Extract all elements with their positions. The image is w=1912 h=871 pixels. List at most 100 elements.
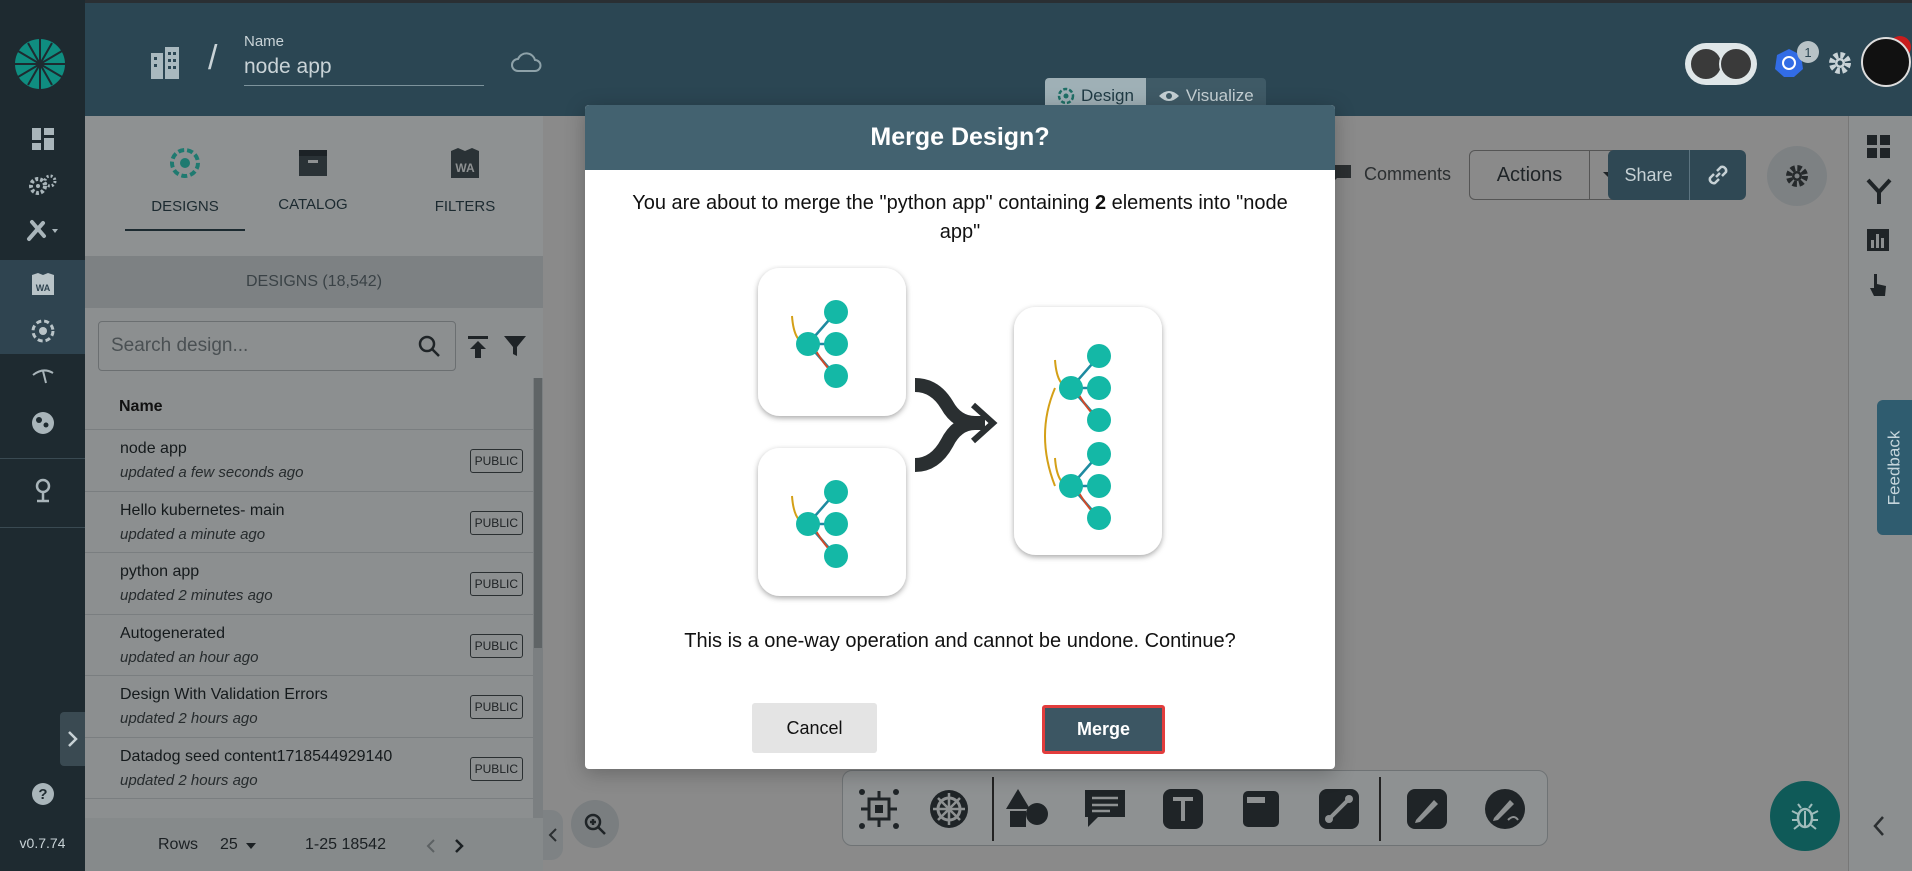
svg-text:?: ? xyxy=(38,786,47,803)
tab-filters-label: FILTERS xyxy=(434,198,496,215)
dropdown-arrow-icon[interactable] xyxy=(245,842,257,850)
designer-icon[interactable] xyxy=(0,308,85,354)
design-row[interactable]: Datadog seed content1718544929140 update… xyxy=(85,738,533,799)
visibility-badge[interactable]: PUBLIC xyxy=(469,633,523,658)
settings-gear-icon[interactable] xyxy=(1827,50,1853,76)
actions-label[interactable]: Actions xyxy=(1470,151,1590,199)
organization-building-icon[interactable] xyxy=(147,47,183,79)
search-design-input[interactable] xyxy=(111,322,411,370)
design-row[interactable]: Design With Validation Errors updated 2 … xyxy=(85,676,533,738)
canvas-settings-button[interactable] xyxy=(1767,146,1827,206)
scrollbar-thumb[interactable] xyxy=(534,378,542,648)
visibility-badge[interactable]: PUBLIC xyxy=(469,510,523,535)
visibility-badge[interactable]: PUBLIC xyxy=(469,695,523,719)
design-list-scrollbar[interactable] xyxy=(533,378,543,818)
copy-link-button[interactable] xyxy=(1690,150,1746,200)
lifecycle-gears-icon[interactable] xyxy=(0,163,85,209)
share-button[interactable]: Share xyxy=(1608,150,1690,200)
search-design-box xyxy=(98,321,456,371)
zoom-icon xyxy=(584,813,606,835)
cancel-button[interactable]: Cancel xyxy=(752,703,877,753)
cloud-save-icon[interactable] xyxy=(510,51,542,73)
upload-design-icon[interactable] xyxy=(467,335,489,359)
design-row[interactable]: Autogenerated updated an hour ago PUBLIC xyxy=(85,615,533,676)
pagination: Rows 25 1-25 18542 xyxy=(85,818,543,871)
tab-catalog[interactable]: CATALOG xyxy=(253,146,373,213)
design-name-input[interactable]: node app xyxy=(244,55,484,86)
connector-tool[interactable] xyxy=(1315,785,1363,833)
canvas-bottom-toolbar xyxy=(842,770,1548,846)
comments-label: Comments xyxy=(1364,163,1452,184)
design-name-label: Name xyxy=(244,33,285,50)
designer-icon xyxy=(1057,87,1075,105)
eye-icon xyxy=(1158,91,1179,101)
comment-tool[interactable] xyxy=(1081,785,1129,833)
search-icon[interactable] xyxy=(417,334,441,358)
performance-icon[interactable] xyxy=(0,354,85,400)
dashboard-icon[interactable] xyxy=(0,116,85,162)
visibility-badge[interactable]: PUBLIC xyxy=(469,756,523,781)
design-name: python app xyxy=(120,563,200,580)
design-row[interactable]: Hello kubernetes- main updated a minute … xyxy=(85,492,533,553)
name-column-header[interactable]: Name xyxy=(85,384,533,430)
design-name: Autogenerated xyxy=(120,624,225,642)
rows-per-page-select[interactable]: 25 xyxy=(220,836,238,854)
app-version: v0.7.74 xyxy=(19,835,66,851)
app-logo-icon[interactable] xyxy=(14,38,66,90)
text-tool[interactable] xyxy=(1159,785,1207,833)
tab-filters[interactable]: WA FILTERS xyxy=(405,146,525,215)
designs-icon xyxy=(170,148,200,178)
chevron-left-icon xyxy=(548,828,557,842)
configuration-tools-icon[interactable] xyxy=(0,207,85,253)
breadcrumb-separator: / xyxy=(208,39,218,77)
kubernetes-count-badge: 1 xyxy=(1797,41,1819,63)
visibility-badge[interactable]: PUBLIC xyxy=(469,449,523,473)
pen-tool[interactable] xyxy=(1403,785,1451,833)
design-name: Datadog seed content1718544929140 xyxy=(120,747,393,765)
extensions-icon[interactable] xyxy=(0,400,85,446)
design-row[interactable]: node app updated a few seconds ago PUBLI… xyxy=(85,430,533,492)
connector-icon xyxy=(1319,789,1359,829)
design-name: Hello kubernetes- main xyxy=(120,501,285,519)
top-header: / Name node app Design Visualize 1 2 xyxy=(85,0,1912,116)
next-page-icon[interactable] xyxy=(453,838,465,854)
filter-funnel-icon[interactable] xyxy=(503,334,527,358)
design-row[interactable]: python app updated 2 minutes ago PUBLIC xyxy=(85,553,533,615)
touch-pointer-icon[interactable] xyxy=(1866,272,1890,298)
expand-nav-button[interactable] xyxy=(60,712,85,766)
previous-page-icon[interactable] xyxy=(425,838,437,854)
expand-right-panel-icon[interactable] xyxy=(1872,815,1886,837)
bar-chart-icon[interactable] xyxy=(1866,228,1890,252)
visibility-badge[interactable]: PUBLIC xyxy=(469,572,523,596)
chevron-right-icon xyxy=(67,731,78,747)
collaborators-avatars[interactable] xyxy=(1685,43,1757,85)
rows-label: Rows xyxy=(158,836,199,853)
help-icon[interactable]: ? xyxy=(0,771,85,817)
page-range: 1-25 18542 xyxy=(305,836,386,853)
left-nav-rail: WA ? v0.7.74 xyxy=(0,0,85,871)
section-frame-icon xyxy=(1243,791,1279,827)
user-profile-avatar[interactable] xyxy=(1861,37,1911,87)
zoom-button[interactable] xyxy=(571,800,619,848)
freehand-tool[interactable] xyxy=(1481,785,1529,833)
dialog-title: Merge Design? xyxy=(585,105,1335,170)
layers-merge-icon[interactable] xyxy=(1866,178,1892,206)
section-tool[interactable] xyxy=(1237,785,1285,833)
report-bug-button[interactable] xyxy=(1770,781,1840,851)
actions-dropdown[interactable]: Actions xyxy=(1469,150,1629,200)
collapse-panel-button[interactable] xyxy=(543,810,563,860)
designs-panel: DESIGNS CATALOG WA FILTERS DESIGNS (18,5… xyxy=(85,116,543,871)
merge-button[interactable]: Merge xyxy=(1042,705,1165,754)
comment-bubble-icon xyxy=(1085,790,1125,827)
catalog-box-icon xyxy=(299,150,327,176)
design-name: Design With Validation Errors xyxy=(120,686,328,703)
tab-designs[interactable]: DESIGNS xyxy=(125,146,245,231)
kanvas-workspace-icon[interactable]: WA xyxy=(0,260,85,308)
comments-button[interactable]: Comments xyxy=(1330,150,1451,198)
grid-view-icon[interactable] xyxy=(1866,134,1892,160)
kubernetes-tool[interactable] xyxy=(925,785,973,833)
components-tool[interactable] xyxy=(855,785,903,833)
feedback-tab[interactable]: Feedback xyxy=(1877,400,1912,535)
shapes-tool[interactable] xyxy=(1003,785,1051,833)
location-pin-icon[interactable] xyxy=(0,468,85,514)
